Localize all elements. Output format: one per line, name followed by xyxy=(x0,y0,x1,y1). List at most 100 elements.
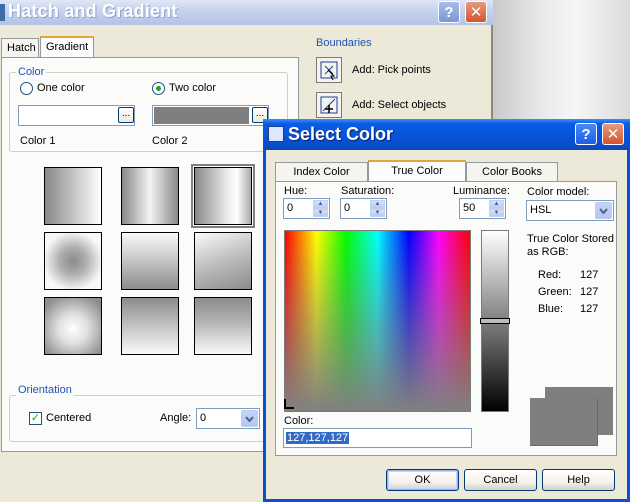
question-mark-icon: ? xyxy=(581,125,591,143)
angle-combo[interactable]: 0 xyxy=(196,408,260,429)
close-x-icon: ✕ xyxy=(606,126,620,143)
color-input-value: 127,127,127 xyxy=(286,432,350,444)
luminance-label: Luminance: xyxy=(453,185,510,197)
boundaries-label: Boundaries xyxy=(316,37,372,49)
blue-label: Blue: xyxy=(538,303,564,315)
luminance-value: 50 xyxy=(463,202,476,214)
spin-up-icon[interactable]: ▲ xyxy=(313,200,328,209)
tab-gradient-label: Gradient xyxy=(46,41,89,53)
red-label: Red: xyxy=(538,269,562,281)
tab-hatch[interactable]: Hatch xyxy=(1,38,39,58)
angle-value: 0 xyxy=(200,412,207,424)
hue-spin-buttons[interactable]: ▲ ▼ xyxy=(313,200,328,217)
spin-up-icon[interactable]: ▲ xyxy=(489,200,504,209)
two-color-label: Two color xyxy=(169,82,217,94)
color-model-value: HSL xyxy=(530,204,552,216)
spin-up-icon[interactable]: ▲ xyxy=(370,200,385,209)
select-color-help-button[interactable]: ? xyxy=(575,123,597,145)
color2-label: Color 2 xyxy=(152,135,188,147)
green-value: 127 xyxy=(580,286,599,298)
ok-button[interactable]: OK xyxy=(386,469,459,491)
luminance-spin-buttons[interactable]: ▲ ▼ xyxy=(489,200,504,217)
saturation-value: 0 xyxy=(344,202,351,214)
select-objects-button[interactable] xyxy=(316,92,342,118)
select-color-close-button[interactable]: ✕ xyxy=(602,123,624,145)
spectrum-crosshair[interactable] xyxy=(284,399,294,409)
chevron-down-icon xyxy=(599,207,608,214)
color-group-label: Color xyxy=(16,66,47,78)
hue-label: Hue: xyxy=(284,185,308,197)
red-value: 127 xyxy=(580,269,599,281)
color-input[interactable]: 127,127,127 xyxy=(283,428,472,448)
help-button[interactable]: ? xyxy=(438,1,460,23)
saturation-spinner[interactable]: 0 ▲ ▼ xyxy=(340,198,387,219)
select-color-title: Select Color xyxy=(288,124,394,144)
tab-gradient[interactable]: Gradient xyxy=(40,36,94,58)
color2-preview xyxy=(154,107,249,124)
hatch-dialog-title: Hatch and Gradient xyxy=(8,1,178,21)
gradient-pattern-spherical[interactable] xyxy=(44,232,102,290)
blue-value: 127 xyxy=(580,303,599,315)
two-color-radio[interactable] xyxy=(152,82,165,95)
color-model-label: Color model: xyxy=(527,186,590,198)
gradient-pattern-curved[interactable] xyxy=(194,232,252,290)
color2-swatch[interactable]: ... xyxy=(152,105,269,126)
angle-label: Angle: xyxy=(160,412,192,424)
centered-checkbox[interactable]: ✓ xyxy=(29,412,42,425)
gradient-pattern-invhemispherical[interactable] xyxy=(121,297,179,355)
angle-dropdown-button[interactable] xyxy=(241,410,258,427)
color1-label: Color 1 xyxy=(20,135,56,147)
one-color-radio[interactable] xyxy=(20,82,33,95)
pick-points-label: Add: Pick points xyxy=(352,64,431,76)
hue-value: 0 xyxy=(287,202,294,214)
close-button[interactable]: ✕ xyxy=(465,1,487,23)
gradient-pattern-cylinder[interactable] xyxy=(121,167,179,225)
color-input-label: Color: xyxy=(284,415,314,427)
gradient-pattern-linear[interactable] xyxy=(44,167,102,225)
orientation-group-label: Orientation xyxy=(16,384,74,396)
chevron-down-icon xyxy=(245,415,254,422)
tab-index-color[interactable]: Index Color xyxy=(275,162,368,182)
select-objects-label: Add: Select objects xyxy=(352,99,447,111)
tab-color-books[interactable]: Color Books xyxy=(466,162,558,182)
close-x-icon: ✕ xyxy=(469,4,483,21)
gradient-pattern-invcurved[interactable] xyxy=(194,297,252,355)
help-dialog-button[interactable]: Help xyxy=(542,469,615,491)
check-mark-icon: ✓ xyxy=(30,412,41,424)
gradient-pattern-hemispherical[interactable] xyxy=(121,232,179,290)
color1-preview xyxy=(20,107,115,124)
app-icon xyxy=(268,126,284,142)
luminance-spinner[interactable]: 50 ▲ ▼ xyxy=(459,198,506,219)
hue-saturation-spectrum[interactable] xyxy=(284,230,471,412)
color-model-dropdown-button[interactable] xyxy=(595,202,612,219)
select-objects-icon xyxy=(320,96,338,114)
pick-points-button[interactable] xyxy=(316,57,342,83)
tab-true-color[interactable]: True Color xyxy=(368,160,466,182)
saturation-spin-buttons[interactable]: ▲ ▼ xyxy=(370,200,385,217)
tab-index-color-label: Index Color xyxy=(293,166,350,178)
color-model-combo[interactable]: HSL xyxy=(526,200,614,221)
tab-true-color-label: True Color xyxy=(391,165,443,177)
tab-hatch-label: Hatch xyxy=(7,42,36,54)
pick-points-icon xyxy=(320,61,338,81)
true-color-stored-label: True Color Stored as RGB: xyxy=(527,233,615,258)
spin-down-icon[interactable]: ▼ xyxy=(489,208,504,217)
spin-down-icon[interactable]: ▼ xyxy=(370,208,385,217)
question-mark-icon: ? xyxy=(444,3,454,21)
luminance-slider-thumb[interactable] xyxy=(480,318,510,324)
tab-color-books-label: Color Books xyxy=(482,166,542,178)
new-color-preview xyxy=(530,398,598,446)
gradient-pattern-invspherical[interactable] xyxy=(44,297,102,355)
gradient-pattern-invcylinder-selected[interactable] xyxy=(191,164,255,228)
spin-down-icon[interactable]: ▼ xyxy=(313,208,328,217)
radio-selected-dot xyxy=(156,86,161,91)
color1-browse-button[interactable]: ... xyxy=(118,107,134,123)
app-icon xyxy=(0,4,5,21)
green-label: Green: xyxy=(538,286,572,298)
centered-label: Centered xyxy=(46,412,92,424)
luminance-slider-bar[interactable] xyxy=(480,230,510,412)
one-color-label: One color xyxy=(37,82,85,94)
cancel-button[interactable]: Cancel xyxy=(464,469,537,491)
hue-spinner[interactable]: 0 ▲ ▼ xyxy=(283,198,330,219)
color1-swatch[interactable]: ... xyxy=(18,105,135,126)
